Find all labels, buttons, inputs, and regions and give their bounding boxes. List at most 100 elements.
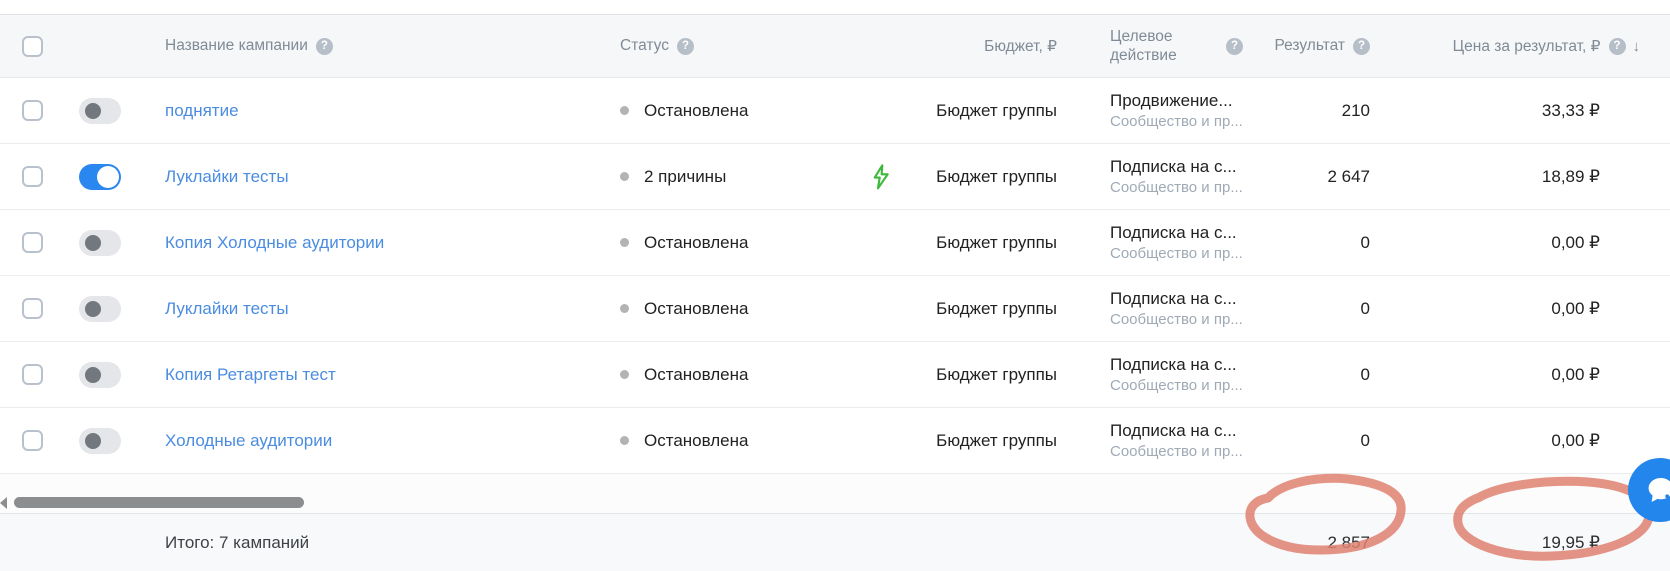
row-checkbox[interactable] <box>22 298 43 319</box>
campaign-name-link[interactable]: Луклайки тесты <box>165 299 289 319</box>
row-toggle-cell <box>79 428 165 454</box>
horizontal-scrollbar <box>0 474 1670 514</box>
row-name-cell: Копия Ретаргеты тест <box>165 365 620 385</box>
row-result-cell: 210 <box>1245 101 1378 121</box>
price-per-result-value: 0,00 ₽ <box>1551 299 1600 319</box>
select-all-checkbox[interactable] <box>22 36 43 57</box>
row-price-cell: 0,00 ₽ <box>1378 431 1670 451</box>
campaign-enable-toggle[interactable] <box>79 428 121 454</box>
header-price-cell[interactable]: Цена за результат, ₽ ? ↓ <box>1378 37 1670 56</box>
campaign-name-link[interactable]: Копия Ретаргеты тест <box>165 365 336 385</box>
total-price-value: 19,95 ₽ <box>1542 533 1600 553</box>
target-action-text: Подписка на с... <box>1110 156 1237 178</box>
row-checkbox[interactable] <box>22 166 43 187</box>
row-flash-cell <box>852 163 910 191</box>
header-status-cell[interactable]: Статус ? <box>620 37 852 55</box>
campaign-enable-toggle[interactable] <box>79 164 121 190</box>
row-flash-cell <box>852 295 910 323</box>
target-action-text: Подписка на с... <box>1110 420 1237 442</box>
campaign-name-link[interactable]: поднятие <box>165 101 239 121</box>
row-checkbox-cell <box>0 430 79 451</box>
row-flash-cell <box>852 229 910 257</box>
row-checkbox-cell <box>0 166 79 187</box>
toggle-knob <box>85 367 101 383</box>
header-budget-cell[interactable]: Бюджет, ₽ <box>910 37 1057 56</box>
row-result-cell: 0 <box>1245 233 1378 253</box>
campaign-name-link[interactable]: Луклайки тесты <box>165 167 289 187</box>
status-text: 2 причины <box>644 167 726 187</box>
target-action-subtext: Сообщество и пр... <box>1110 178 1243 198</box>
campaign-name-link[interactable]: Холодные аудитории <box>165 431 332 451</box>
status-dot-icon <box>620 370 629 379</box>
footer-price-cell: 19,95 ₽ <box>1378 533 1670 553</box>
header-result-label: Результат <box>1275 37 1346 55</box>
row-price-cell: 0,00 ₽ <box>1378 365 1670 385</box>
target-action-text: Подписка на с... <box>1110 222 1237 244</box>
target-action-text: Продвижение... <box>1110 90 1233 112</box>
help-icon[interactable]: ? <box>316 38 333 55</box>
row-result-cell: 0 <box>1245 365 1378 385</box>
toggle-knob <box>85 301 101 317</box>
horizontal-scrollbar-thumb[interactable] <box>14 497 304 508</box>
result-value: 0 <box>1361 299 1370 319</box>
row-checkbox-cell <box>0 232 79 253</box>
footer-total-cell: Итого: 7 кампаний <box>165 533 620 553</box>
header-action-cell[interactable]: Целевое действие ? <box>1057 27 1245 66</box>
header-name-cell[interactable]: Название кампании ? <box>165 37 620 55</box>
target-action-subtext: Сообщество и пр... <box>1110 442 1243 462</box>
status-text: Остановлена <box>644 431 748 451</box>
campaign-enable-toggle[interactable] <box>79 362 121 388</box>
campaign-row: Луклайки тесты Остановлена Бюджет группы… <box>0 276 1670 342</box>
campaign-enable-toggle[interactable] <box>79 230 121 256</box>
row-action-cell: Подписка на с... Сообщество и пр... <box>1057 288 1245 330</box>
help-icon[interactable]: ? <box>677 38 694 55</box>
row-flash-cell <box>852 361 910 389</box>
row-name-cell: Копия Холодные аудитории <box>165 233 620 253</box>
row-checkbox[interactable] <box>22 100 43 121</box>
row-checkbox-cell <box>0 298 79 319</box>
row-result-cell: 0 <box>1245 299 1378 319</box>
campaign-enable-toggle[interactable] <box>79 98 121 124</box>
row-price-cell: 18,89 ₽ <box>1378 167 1670 187</box>
header-action-label: Целевое действие <box>1110 27 1210 66</box>
boost-lightning-icon[interactable] <box>868 163 894 191</box>
target-action-text: Подписка на с... <box>1110 288 1237 310</box>
result-value: 0 <box>1361 233 1370 253</box>
header-result-cell[interactable]: Результат ? <box>1245 37 1378 55</box>
campaign-enable-toggle[interactable] <box>79 296 121 322</box>
row-name-cell: Холодные аудитории <box>165 431 620 451</box>
status-text: Остановлена <box>644 233 748 253</box>
campaign-row: Луклайки тесты 2 причины Бюджет группы П… <box>0 144 1670 210</box>
row-action-cell: Продвижение... Сообщество и пр... <box>1057 90 1245 132</box>
target-action-subtext: Сообщество и пр... <box>1110 112 1243 132</box>
top-whitespace <box>0 0 1670 14</box>
row-result-cell: 2 647 <box>1245 167 1378 187</box>
row-budget-cell: Бюджет группы <box>910 431 1057 451</box>
row-toggle-cell <box>79 296 165 322</box>
budget-text: Бюджет группы <box>936 431 1057 451</box>
row-checkbox[interactable] <box>22 430 43 451</box>
help-icon[interactable]: ? <box>1609 38 1626 55</box>
row-flash-cell <box>852 427 910 455</box>
row-toggle-cell <box>79 362 165 388</box>
row-checkbox[interactable] <box>22 364 43 385</box>
row-action-cell: Подписка на с... Сообщество и пр... <box>1057 354 1245 396</box>
total-campaigns-label: Итого: 7 кампаний <box>165 533 309 553</box>
help-icon[interactable]: ? <box>1353 38 1370 55</box>
status-dot-icon <box>620 106 629 115</box>
help-icon[interactable]: ? <box>1226 38 1243 55</box>
totals-footer-row: Итого: 7 кампаний 2 857 19,95 ₽ <box>0 514 1670 571</box>
sort-descending-icon[interactable]: ↓ <box>1633 38 1641 55</box>
header-name-label: Название кампании <box>165 37 308 55</box>
toggle-knob <box>97 166 119 188</box>
row-status-cell: Остановлена <box>620 431 852 451</box>
result-value: 0 <box>1361 431 1370 451</box>
campaign-name-link[interactable]: Копия Холодные аудитории <box>165 233 384 253</box>
row-checkbox[interactable] <box>22 232 43 253</box>
result-value: 210 <box>1342 101 1370 121</box>
status-text: Остановлена <box>644 365 748 385</box>
table-body: поднятие Остановлена Бюджет группы Продв… <box>0 78 1670 474</box>
row-result-cell: 0 <box>1245 431 1378 451</box>
scroll-left-arrow-icon[interactable] <box>0 497 7 509</box>
result-value: 0 <box>1361 365 1370 385</box>
